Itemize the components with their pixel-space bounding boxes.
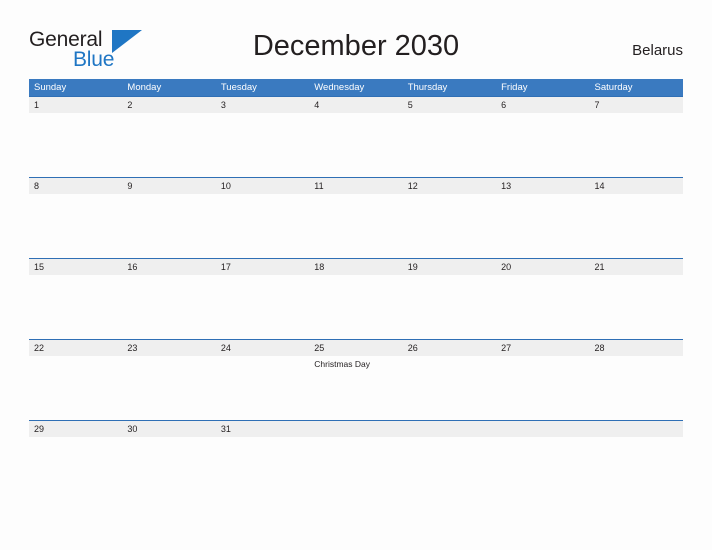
day-number[interactable]: 11 [309, 178, 402, 194]
day-cell[interactable] [29, 113, 122, 177]
weekday-header-monday: Monday [127, 82, 162, 93]
calendar-week-row: 29 30 31 [29, 420, 683, 437]
day-number[interactable]: 12 [403, 178, 496, 194]
week-date-band: 22 23 24 25 26 27 28 [29, 339, 683, 356]
day-cell[interactable] [122, 194, 215, 258]
weekday-header-saturday: Saturday [594, 82, 633, 93]
week-date-band: 8 9 10 11 12 13 14 [29, 177, 683, 194]
day-number[interactable]: 24 [216, 340, 309, 356]
day-cell[interactable] [216, 194, 309, 258]
day-cell[interactable] [403, 356, 496, 420]
day-number[interactable]: 30 [122, 421, 215, 437]
day-number[interactable]: 25 [309, 340, 402, 356]
day-cell[interactable] [403, 113, 496, 177]
calendar-week-row: 8 9 10 11 12 13 14 [29, 177, 683, 258]
day-cell[interactable] [590, 356, 683, 420]
country-label: Belarus [632, 42, 683, 59]
day-number[interactable]: 16 [122, 259, 215, 275]
day-event: Christmas Day [314, 359, 370, 369]
week-event-band [29, 113, 683, 177]
week-date-band: 1 2 3 4 5 6 7 [29, 96, 683, 113]
page-title: December 2030 [252, 30, 460, 62]
page-header: General Blue December 2030 Belarus [0, 0, 712, 76]
day-number[interactable]: 29 [29, 421, 122, 437]
week-date-band: 15 16 17 18 19 20 21 [29, 258, 683, 275]
day-number[interactable]: 9 [122, 178, 215, 194]
weekday-header-tuesday: Tuesday [220, 82, 257, 93]
day-number-empty [590, 421, 683, 437]
day-cell[interactable] [29, 194, 122, 258]
day-cell[interactable] [216, 113, 309, 177]
day-number[interactable]: 3 [216, 97, 309, 113]
calendar-grid: Sunday Monday Tuesday Wednesday Thursday… [29, 79, 683, 437]
day-number[interactable]: 1 [29, 97, 122, 113]
day-cell[interactable] [29, 356, 122, 420]
day-number[interactable]: 14 [590, 178, 683, 194]
day-number-empty [496, 421, 589, 437]
weekday-header-wednesday: Wednesday [314, 82, 365, 93]
day-cell[interactable] [122, 356, 215, 420]
week-date-band: 29 30 31 [29, 420, 683, 437]
day-cell[interactable] [496, 275, 589, 339]
day-cell[interactable] [590, 275, 683, 339]
day-number[interactable]: 6 [496, 97, 589, 113]
day-number[interactable]: 28 [590, 340, 683, 356]
day-number[interactable]: 4 [309, 97, 402, 113]
day-number[interactable]: 19 [403, 259, 496, 275]
day-number[interactable]: 20 [496, 259, 589, 275]
day-cell[interactable] [590, 194, 683, 258]
day-cell[interactable] [122, 275, 215, 339]
day-number[interactable]: 23 [122, 340, 215, 356]
day-number[interactable]: 18 [309, 259, 402, 275]
weekday-header-thursday: Thursday [407, 82, 448, 93]
calendar-page: General Blue December 2030 Belarus Sunda… [0, 0, 712, 550]
day-cell[interactable] [496, 356, 589, 420]
day-number[interactable]: 5 [403, 97, 496, 113]
day-number[interactable]: 21 [590, 259, 683, 275]
weekday-header-row: Sunday Monday Tuesday Wednesday Thursday… [29, 79, 683, 96]
calendar-week-row: 22 23 24 25 26 27 28 Christmas Day [29, 339, 683, 420]
day-number-empty [309, 421, 402, 437]
day-cell[interactable] [29, 275, 122, 339]
day-number[interactable]: 13 [496, 178, 589, 194]
day-cell[interactable] [403, 194, 496, 258]
day-cell[interactable] [403, 275, 496, 339]
day-cell[interactable] [122, 113, 215, 177]
week-event-band [29, 194, 683, 258]
day-number[interactable]: 10 [216, 178, 309, 194]
day-number[interactable]: 22 [29, 340, 122, 356]
weekday-header-friday: Friday [501, 82, 528, 93]
weekday-header-sunday: Sunday [34, 82, 67, 93]
day-cell[interactable] [590, 113, 683, 177]
day-cell[interactable] [309, 275, 402, 339]
week-event-band: Christmas Day [29, 356, 683, 420]
day-cell[interactable] [216, 356, 309, 420]
day-cell[interactable] [309, 194, 402, 258]
calendar-week-row: 15 16 17 18 19 20 21 [29, 258, 683, 339]
day-cell[interactable] [216, 275, 309, 339]
week-event-band [29, 275, 683, 339]
day-number[interactable]: 17 [216, 259, 309, 275]
day-number[interactable]: 27 [496, 340, 589, 356]
day-number[interactable]: 15 [29, 259, 122, 275]
day-number[interactable]: 31 [216, 421, 309, 437]
day-number[interactable]: 26 [403, 340, 496, 356]
day-number-empty [403, 421, 496, 437]
day-number[interactable]: 7 [590, 97, 683, 113]
calendar-week-row: 1 2 3 4 5 6 7 [29, 96, 683, 177]
day-cell[interactable] [496, 113, 589, 177]
day-cell[interactable] [496, 194, 589, 258]
day-cell[interactable] [309, 113, 402, 177]
day-number[interactable]: 2 [122, 97, 215, 113]
day-number[interactable]: 8 [29, 178, 122, 194]
day-cell-christmas[interactable]: Christmas Day [309, 356, 402, 420]
